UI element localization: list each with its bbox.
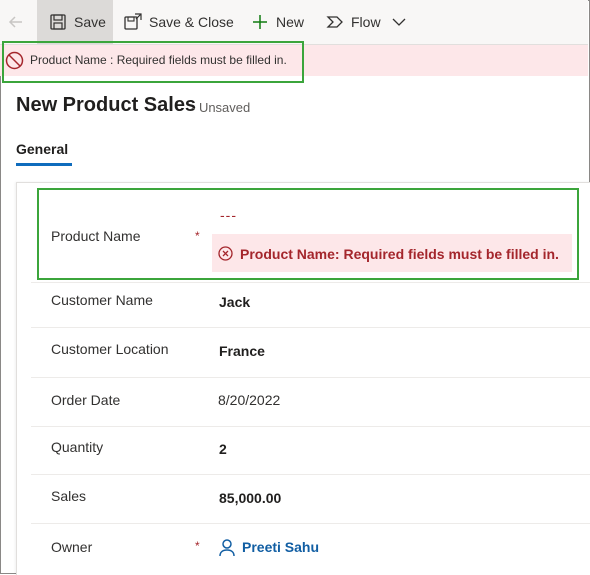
new-label: New (276, 14, 305, 30)
flow-dropdown-button[interactable] (390, 0, 415, 44)
save-close-icon (124, 13, 142, 31)
product-name-highlight (37, 188, 579, 280)
divider (31, 282, 590, 283)
save-label: Save (74, 14, 106, 30)
divider (31, 426, 590, 427)
tab-selected-indicator (16, 163, 72, 166)
sales-label: Sales (51, 488, 87, 504)
customer-location-field[interactable]: France (219, 343, 265, 359)
sales-field[interactable]: 85,000.00 (219, 490, 281, 506)
owner-link[interactable]: Preeti Sahu (242, 539, 319, 555)
divider (31, 377, 590, 378)
flow-button[interactable]: Flow (326, 0, 381, 44)
flow-icon (326, 13, 344, 31)
divider (31, 474, 590, 475)
command-bar: Save Save & Close New Flow (0, 0, 588, 45)
notification-highlight (2, 41, 304, 83)
save-close-label: Save & Close (149, 14, 234, 30)
plus-icon (251, 13, 269, 31)
new-button[interactable]: New (251, 0, 304, 44)
person-icon (219, 539, 235, 557)
required-asterisk: * (195, 539, 200, 553)
chevron-down-icon (390, 13, 408, 31)
owner-label: Owner (51, 539, 93, 555)
order-date-field[interactable]: 8/20/2022 (218, 392, 280, 408)
divider (31, 327, 590, 328)
back-arrow-icon[interactable] (6, 12, 26, 32)
save-status: - Unsaved (191, 100, 251, 115)
save-button[interactable]: Save (37, 0, 113, 44)
order-date-label: Order Date (51, 392, 121, 408)
divider (31, 523, 590, 524)
tab-general[interactable]: General (16, 141, 68, 157)
quantity-label: Quantity (51, 439, 104, 455)
floppy-disk-icon (49, 13, 67, 31)
customer-location-label: Customer Location (51, 341, 169, 357)
flow-label: Flow (351, 14, 381, 30)
customer-name-label: Customer Name (51, 292, 153, 308)
save-close-button[interactable]: Save & Close (124, 0, 234, 44)
quantity-field[interactable]: 2 (219, 441, 227, 457)
page-title: New Product Sales (16, 94, 197, 116)
customer-name-field[interactable]: Jack (219, 294, 250, 310)
